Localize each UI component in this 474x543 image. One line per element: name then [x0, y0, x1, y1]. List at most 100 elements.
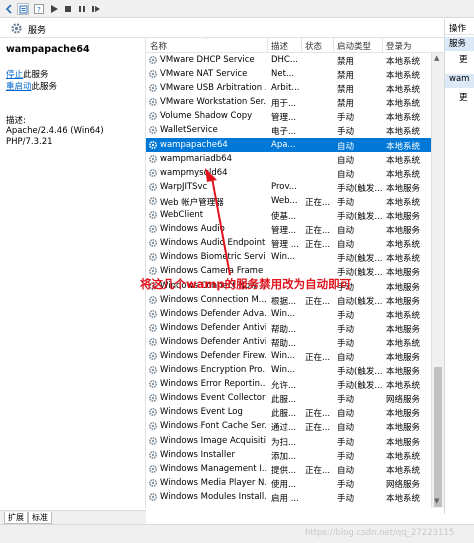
table-row[interactable]: Windows Audio Endpoint... 管理 ... 正在... 自动 本地…	[146, 236, 431, 250]
table-row[interactable]: WalletService 电子... 手动 本地系统	[146, 123, 431, 137]
service-gear-icon	[148, 111, 158, 121]
service-gear-icon	[148, 351, 158, 361]
service-startup-type: 手动(触发...	[337, 381, 383, 392]
service-name: Windows Encryption Pro...	[160, 365, 266, 376]
table-row[interactable]: Windows Installer 添加... 手动 本地系统	[146, 448, 431, 462]
table-row[interactable]: VMware DHCP Service DHC... 禁用 本地系统	[146, 53, 431, 67]
service-login: 本地系统	[386, 141, 421, 152]
service-gear-icon	[148, 210, 158, 220]
description-label: 描述:	[6, 116, 26, 126]
table-row[interactable]: VMware Workstation Ser... 用于... 禁用 本地系统	[146, 95, 431, 109]
tab-extended[interactable]: 扩展	[4, 512, 28, 524]
table-row[interactable]: wampapache64 Apa... 自动 本地系统	[146, 137, 431, 152]
table-row[interactable]: Windows Defender Adva... Win... 手动 本地系统	[146, 307, 431, 321]
service-startup-type: 手动	[337, 310, 355, 321]
help-icon[interactable]: ?	[33, 3, 45, 15]
service-description: 此服...	[271, 409, 297, 420]
service-gear-icon	[148, 238, 158, 248]
service-description: 添加...	[271, 451, 297, 462]
table-row[interactable]: WarpJITSvc Prov... 手动(触发... 本地服务	[146, 180, 431, 194]
table-row[interactable]: Windows Error Reportin... 允许... 手动(触发... 本地…	[146, 377, 431, 391]
column-divider[interactable]	[333, 38, 334, 53]
service-gear-icon	[148, 464, 158, 474]
service-login: 本地系统	[386, 493, 421, 504]
service-startup-type: 自动	[337, 423, 355, 434]
scroll-up-icon[interactable]: ▲	[434, 54, 439, 62]
table-row[interactable]: Windows Encryption Pro... Win... 手动(触发... 本…	[146, 363, 431, 377]
pause-icon[interactable]	[76, 3, 88, 15]
table-row[interactable]: wampmysqld64 自动 本地系统	[146, 166, 431, 180]
stop-icon[interactable]	[62, 3, 74, 15]
service-gear-icon	[148, 266, 158, 276]
service-description: 此服...	[271, 395, 297, 406]
scrollbar-thumb[interactable]	[434, 367, 442, 507]
table-row[interactable]: Windows Event Collector 此服... 手动 网络服务	[146, 391, 431, 405]
table-row[interactable]: Windows Defender Antivi... 帮助... 手动 本地服务	[146, 321, 431, 335]
table-row[interactable]: Windows Image Acquisiti... 为扫... 手动 本地服务	[146, 434, 431, 448]
tab-standard[interactable]: 标准	[28, 512, 52, 524]
table-row[interactable]: wampmariadb64 自动 本地系统	[146, 152, 431, 166]
back-icon[interactable]	[3, 3, 15, 15]
table-row[interactable]: Web 帐户管理器 Web... 正在... 手动 本地系统	[146, 194, 431, 208]
service-description: 根据...	[271, 296, 297, 307]
actions-section-service[interactable]: wam	[445, 74, 474, 88]
actions-section-services[interactable]: 服务	[445, 37, 474, 51]
table-row[interactable]: Windows Biometric Servi... Win... 手动(触发...…	[146, 250, 431, 264]
view-tabs: 扩展 标准	[0, 510, 146, 524]
service-gear-icon	[148, 436, 158, 446]
service-startup-type: 自动	[337, 465, 355, 476]
actions-more-1[interactable]: 更	[445, 53, 474, 65]
play-icon[interactable]	[48, 3, 60, 15]
actions-more-2[interactable]: 更	[445, 91, 474, 103]
service-name: Windows Installer	[160, 449, 235, 460]
table-row[interactable]: Windows Defender Antivi... 帮助... 手动 本地系统	[146, 335, 431, 349]
service-login: 网络服务	[386, 479, 421, 490]
table-row[interactable]: Windows Audio 管理... 正在... 自动 本地服务	[146, 222, 431, 236]
service-name: WarpJITSvc	[160, 181, 208, 192]
column-header-name[interactable]: 名称	[150, 40, 167, 52]
service-description: 使用...	[271, 479, 297, 490]
service-description: 通过...	[271, 423, 297, 434]
table-row[interactable]: VMware USB Arbitration ... Arbit... 禁用 本地系统	[146, 81, 431, 95]
service-startup-type: 自动	[337, 155, 355, 166]
restart-icon[interactable]	[90, 3, 102, 15]
table-row[interactable]: Windows Connection M... 根据... 正在... 自动(触发..…	[146, 293, 431, 307]
table-row[interactable]: Windows Media Player N... 使用... 手动 网络服务	[146, 476, 431, 490]
service-gear-icon	[148, 182, 158, 192]
table-row[interactable]: Windows Font Cache Ser... 通过... 正在... 自动 本地服…	[146, 419, 431, 433]
table-row[interactable]: Volume Shadow Copy 管理... 手动 本地系统	[146, 109, 431, 123]
service-gear-icon	[148, 295, 158, 305]
stop-service-link[interactable]: 停止	[6, 70, 23, 80]
table-row[interactable]: Windows Defender Firew... Win... 正在... 自动 本地…	[146, 349, 431, 363]
column-divider[interactable]	[301, 38, 302, 53]
services-header: 服务	[0, 19, 444, 38]
service-gear-icon	[148, 337, 158, 347]
column-header-desc[interactable]: 描述	[271, 40, 288, 52]
scroll-down-icon[interactable]: ▼	[434, 497, 439, 505]
column-divider[interactable]	[267, 38, 268, 53]
column-divider[interactable]	[382, 38, 383, 53]
service-gear-icon	[148, 309, 158, 319]
properties-icon[interactable]	[17, 3, 29, 15]
restart-service-link[interactable]: 重启动	[6, 82, 32, 92]
service-gear-icon	[148, 478, 158, 488]
table-row[interactable]: VMware NAT Service Net... 禁用 本地系统	[146, 67, 431, 81]
table-row[interactable]: Windows Management I... 提供... 正在... 自动 本地系统	[146, 462, 431, 476]
service-description: 允许...	[271, 381, 297, 392]
service-detail-panel: wampapache64 停止此服务 重启动此服务 描述: Apache/2.4…	[0, 38, 146, 508]
service-description: 使基...	[271, 212, 297, 223]
table-row[interactable]: Windows Modules Install... 启用 ... 手动 本地系统	[146, 490, 431, 504]
service-description: Win...	[271, 252, 296, 263]
service-name: VMware USB Arbitration ...	[160, 83, 266, 94]
table-row[interactable]: WebClient 使基... 手动(触发... 本地服务	[146, 208, 431, 222]
column-header-state[interactable]: 状态	[305, 40, 322, 52]
column-header-login[interactable]: 登录为	[386, 40, 412, 52]
column-header-startup[interactable]: 启动类型	[337, 40, 371, 52]
service-description: 管理...	[271, 113, 297, 124]
sort-ascending-icon: ^	[202, 38, 208, 44]
service-login: 本地服务	[386, 324, 421, 335]
vertical-scrollbar[interactable]: ▲ ▼	[431, 53, 444, 508]
service-description: DHC...	[271, 55, 298, 65]
table-row[interactable]: Windows Event Log 此服... 正在... 自动 本地服务	[146, 405, 431, 419]
service-login: 本地服务	[386, 183, 421, 194]
